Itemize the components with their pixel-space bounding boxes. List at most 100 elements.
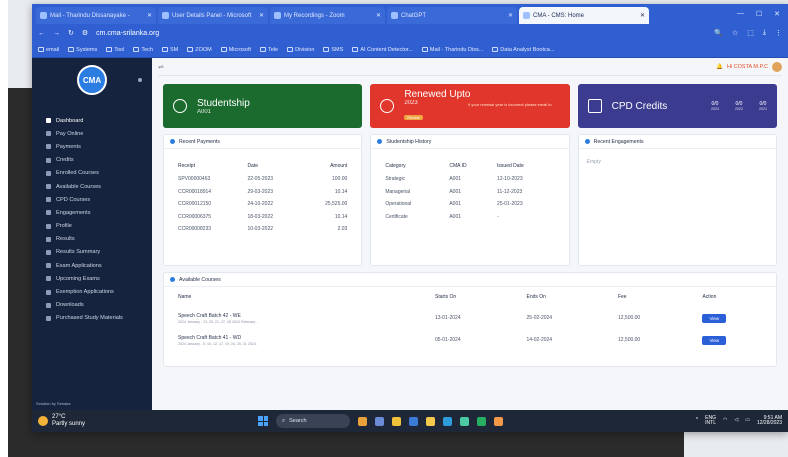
bookmark[interactable]: Tele (260, 47, 278, 53)
table-row: CCR00018914 29-03-2023 10.14 (178, 188, 348, 195)
weather-widget[interactable]: 27°C Partly sunny (38, 414, 85, 427)
card-icon (46, 131, 51, 137)
tab-cma-home[interactable]: CMA - CMS: Home ✕ (519, 7, 649, 24)
sidebar-item-available-courses[interactable]: Available Courses (32, 180, 152, 193)
clock[interactable]: 9:51 AM 12/28/2023 (757, 415, 782, 427)
close-icon[interactable]: ✕ (640, 12, 645, 19)
sidebar-item-pay-online[interactable]: Pay Online (32, 127, 152, 140)
bookmark[interactable]: Systems (68, 47, 97, 53)
sidebar-item-exam-applications[interactable]: Exam Applications (32, 259, 152, 272)
site-info-icon[interactable]: ⚙ (82, 29, 88, 37)
menu-icon[interactable]: ⋮ (775, 29, 782, 37)
app-icon[interactable] (409, 416, 418, 426)
bookmark[interactable]: email (38, 47, 59, 53)
avatar[interactable] (772, 61, 782, 72)
menu-toggle-icon[interactable]: ⇌ (158, 63, 164, 71)
notification-icon[interactable]: 🔔 (716, 64, 723, 70)
maximize-icon[interactable]: ☐ (756, 10, 762, 18)
tab-chatgpt[interactable]: ChatGPT ✕ (387, 7, 517, 24)
bookmark[interactable]: SM (161, 47, 178, 53)
star-icon[interactable]: ☆ (732, 29, 738, 37)
renew-button[interactable]: Renew (404, 114, 423, 120)
taskbar-apps: ⌕ Search (258, 414, 503, 428)
sidebar-item-cpd-courses[interactable]: CPD Courses (32, 193, 152, 206)
app-icon[interactable] (460, 416, 469, 426)
taskbar-search[interactable]: ⌕ Search (276, 414, 350, 428)
tab-user-details[interactable]: User Details Panel - Microsoft ✕ (158, 7, 268, 24)
table-row: Strategic A001 12-10-2023 (385, 176, 523, 183)
extensions-icon[interactable]: ⬚ (747, 29, 754, 37)
forward-icon[interactable]: → (53, 30, 60, 37)
sidebar-toggle-icon[interactable] (138, 78, 142, 82)
table-row: Operational A001 25-01-2023 (385, 201, 523, 208)
sidebar-item-dashboard[interactable]: Dashboard (32, 114, 152, 127)
url-field[interactable]: cm.cma-srilanka.org (96, 30, 159, 37)
sidebar-item-exemption-applications[interactable]: Exemption Applications (32, 285, 152, 298)
sidebar-item-downloads[interactable]: Downloads (32, 299, 152, 312)
sidebar-item-profile[interactable]: Profile (32, 220, 152, 233)
sidebar-item-engagements[interactable]: Engagements (32, 206, 152, 219)
available-courses-panel: Available Courses Name Starts On Ends On… (163, 272, 777, 367)
sidebar-item-upcoming-exams[interactable]: Upcoming Exams (32, 272, 152, 285)
bookmark[interactable]: SMS (323, 47, 343, 53)
sidebar-item-results-summary[interactable]: Results Summary (32, 246, 152, 259)
close-icon[interactable]: ✕ (147, 12, 152, 19)
logo: CMA (32, 58, 152, 102)
battery-icon[interactable]: ▭ (745, 418, 750, 424)
bookmark[interactable]: AI Content Detector... (352, 47, 413, 53)
minimize-icon[interactable]: — (737, 10, 744, 18)
user-icon (173, 99, 187, 113)
back-icon[interactable]: ← (38, 30, 45, 37)
table-row: Managerial A001 11-12-2023 (385, 188, 523, 195)
studentship-history-panel: Studentship History Category CMA ID Issued… (370, 134, 570, 266)
sidebar-item-results[interactable]: Results (32, 233, 152, 246)
system-tray: ^ ENG INTL ◠ ◁ ▭ 9:51 AM 12/28/2023 (695, 414, 782, 427)
wifi-icon[interactable]: ◠ (723, 418, 727, 424)
renewal-note: If your renewal year is incorrect please… (468, 102, 552, 107)
view-button[interactable]: View (702, 335, 727, 345)
file-icon (46, 289, 51, 295)
sidebar-item-credits[interactable]: Credits (32, 154, 152, 167)
sidebar-item-payments[interactable]: Payments (32, 140, 152, 153)
folder-icon[interactable] (426, 416, 435, 426)
edge-icon[interactable] (443, 416, 452, 426)
cma-icon (523, 12, 530, 19)
close-icon[interactable]: ✕ (376, 12, 381, 19)
windows-start-icon[interactable] (258, 416, 268, 426)
sms-icon (323, 47, 330, 52)
user-menu[interactable]: 🔔 Hi COSTA M.P.C (716, 61, 782, 72)
bookmark[interactable]: Data Analyst Bootca... (492, 47, 554, 53)
bookmark[interactable]: ZOOM (187, 47, 212, 53)
window-controls: — ☐ ✕ (729, 10, 788, 18)
close-icon[interactable]: ✕ (259, 12, 264, 19)
bookmark[interactable]: Microsoft (220, 47, 251, 53)
close-icon[interactable]: ✕ (508, 12, 513, 19)
bookmark[interactable]: Tech (133, 47, 153, 53)
app-icon[interactable] (358, 416, 367, 426)
folder-icon (161, 47, 168, 52)
chrome-icon[interactable] (494, 416, 503, 426)
reload-icon[interactable]: ↻ (68, 29, 74, 37)
view-button[interactable]: View (702, 313, 727, 323)
document-icon (587, 99, 602, 113)
app-icon[interactable] (477, 416, 486, 426)
table-row: CCR00008233 10-03-2022 2.03 (178, 226, 348, 233)
download-icon[interactable]: ⤓ (763, 29, 766, 37)
bookmark[interactable]: Tool (106, 47, 124, 53)
tab-mail[interactable]: Mail - Tharindu Dissanayake - ✕ (36, 7, 156, 24)
tab-zoom[interactable]: My Recordings - Zoom ✕ (270, 7, 385, 24)
zoom-icon[interactable]: 🔍 (714, 29, 723, 37)
bag-icon (46, 315, 51, 321)
certificate-icon (46, 197, 51, 203)
volume-icon[interactable]: ◁ (734, 418, 738, 424)
close-window-icon[interactable]: ✕ (774, 10, 780, 18)
app-icon[interactable] (375, 416, 384, 426)
bookmark[interactable]: Mail - Tharindu Diss... (421, 47, 483, 53)
sidebar-item-purchased-study-materials[interactable]: Purchased Study Materials (32, 312, 152, 325)
app-icon[interactable] (392, 416, 401, 426)
home-icon (46, 118, 51, 124)
folder-icon (68, 47, 75, 52)
sidebar-item-enrolled-courses[interactable]: Enrolled Courses (32, 167, 152, 180)
bookmark[interactable]: Division (287, 47, 314, 53)
chevron-up-icon[interactable]: ^ (696, 418, 698, 424)
